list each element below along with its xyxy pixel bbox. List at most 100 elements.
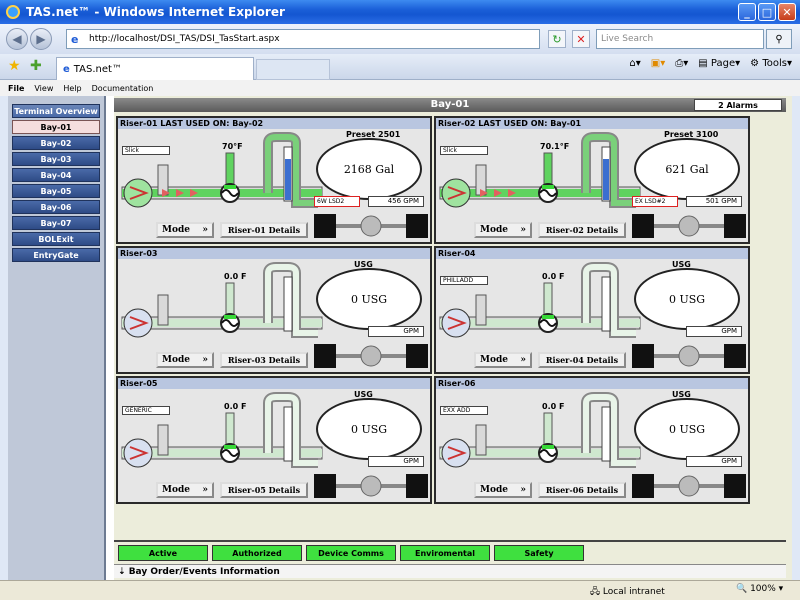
address-toolbar: ◀ ▶ e http://localhost/DSI_TAS/DSI_TasSt… bbox=[0, 24, 800, 54]
print-icon[interactable]: ⎙▾ bbox=[675, 58, 688, 69]
riser-title: Riser-04 bbox=[436, 248, 748, 259]
chevron-right-icon: » bbox=[520, 355, 526, 365]
riser-panel: Riser-04 USG 0 USG 0.0 F PHILLADD GPM Mo… bbox=[434, 246, 750, 374]
mode-button[interactable]: Mode » bbox=[474, 352, 532, 368]
minimize-button[interactable]: _ bbox=[738, 3, 756, 21]
home-icon[interactable]: ⌂▾ bbox=[629, 58, 640, 69]
flow-rate-readout: GPM bbox=[686, 456, 742, 467]
status-active[interactable]: Active bbox=[118, 545, 208, 561]
zone-label: Local intranet bbox=[602, 587, 665, 597]
riser-details-button[interactable]: Riser-02 Details bbox=[538, 222, 626, 238]
mode-label: Mode bbox=[480, 355, 508, 365]
riser-panel: Riser-03 USG 0 USG 0.0 F GPM Mode » Rise… bbox=[116, 246, 432, 374]
riser-title: Riser-02 LAST USED ON: Bay-01 bbox=[436, 118, 748, 129]
mode-label: Mode bbox=[162, 225, 190, 235]
window-controls: _ □ ✕ bbox=[738, 3, 796, 21]
events-label: Bay Order/Events Information bbox=[128, 567, 280, 577]
nav-bay-07[interactable]: Bay-07 bbox=[12, 216, 100, 230]
mode-label: Mode bbox=[162, 485, 190, 495]
riser-title: Riser-03 bbox=[118, 248, 430, 259]
tab-bar: ★ ✚ e TAS.net™ ⌂▾ ▣▾ ⎙▾ ▤ Page▾ ⚙ Tools▾ bbox=[0, 54, 800, 80]
nav-terminal-overview[interactable]: Terminal Overview bbox=[12, 104, 100, 118]
address-actions: ↻ ✕ bbox=[548, 30, 590, 48]
add-favorites-icon[interactable]: ✚ bbox=[30, 58, 42, 74]
page-menu-label: Page bbox=[710, 58, 736, 69]
nav-bay-03[interactable]: Bay-03 bbox=[12, 152, 100, 166]
tools-menu[interactable]: ⚙ Tools▾ bbox=[750, 58, 792, 69]
refresh-icon[interactable]: ↻ bbox=[548, 30, 566, 48]
riser-details-button[interactable]: Riser-05 Details bbox=[220, 482, 308, 498]
product-tag: GENERIC bbox=[122, 406, 170, 415]
feeds-icon[interactable]: ▣▾ bbox=[651, 58, 665, 69]
temperature-readout: 0.0 F bbox=[542, 272, 565, 281]
menu-view[interactable]: View bbox=[34, 84, 53, 93]
window-title: TAS.net™ - Windows Internet Explorer bbox=[26, 5, 285, 19]
zoom-control[interactable]: 🔍 100% ▾ bbox=[736, 584, 783, 594]
nav-bay-06[interactable]: Bay-06 bbox=[12, 200, 100, 214]
mode-button[interactable]: Mode » bbox=[474, 222, 532, 238]
page-menu[interactable]: ▤ Page▾ bbox=[698, 58, 740, 69]
tab-tasnet[interactable]: e TAS.net™ bbox=[56, 57, 254, 80]
status-enviromental[interactable]: Enviromental bbox=[400, 545, 490, 561]
nav-entrygate[interactable]: EntryGate bbox=[12, 248, 100, 262]
stop-icon[interactable]: ✕ bbox=[572, 30, 590, 48]
new-tab-button[interactable] bbox=[256, 59, 330, 80]
truck-icon bbox=[632, 344, 746, 368]
flow-rate-readout: 501 GPM bbox=[686, 196, 742, 207]
nav-bay-05[interactable]: Bay-05 bbox=[12, 184, 100, 198]
riser-details-button[interactable]: Riser-04 Details bbox=[538, 352, 626, 368]
nav-bolexit[interactable]: BOLExit bbox=[12, 232, 100, 246]
search-input[interactable]: Live Search bbox=[596, 29, 764, 49]
status-authorized[interactable]: Authorized bbox=[212, 545, 302, 561]
mode-button[interactable]: Mode » bbox=[156, 482, 214, 498]
mode-label: Mode bbox=[480, 225, 508, 235]
status-safety[interactable]: Safety bbox=[494, 545, 584, 561]
mode-button[interactable]: Mode » bbox=[156, 222, 214, 238]
expand-icon: ⇣ bbox=[118, 567, 129, 577]
flow-product-tag: 6W LSD2 bbox=[314, 196, 360, 207]
nav-bay-02[interactable]: Bay-02 bbox=[12, 136, 100, 150]
search-placeholder: Live Search bbox=[601, 34, 654, 44]
alarms-badge[interactable]: 2 Alarms bbox=[694, 99, 782, 111]
riser-title: Riser-05 bbox=[118, 378, 430, 389]
menu-help[interactable]: Help bbox=[63, 84, 81, 93]
chevron-right-icon: » bbox=[202, 225, 208, 235]
riser-title: Riser-06 bbox=[436, 378, 748, 389]
app-frame: Terminal Overview Bay-01 Bay-02 Bay-03 B… bbox=[8, 96, 792, 580]
product-tag: EXX ADD bbox=[440, 406, 488, 415]
forward-button[interactable]: ▶ bbox=[30, 28, 52, 50]
temperature-readout: 0.0 F bbox=[542, 402, 565, 411]
nav-bay-04[interactable]: Bay-04 bbox=[12, 168, 100, 182]
command-bar: ⌂▾ ▣▾ ⎙▾ ▤ Page▾ ⚙ Tools▾ bbox=[629, 58, 792, 69]
mode-button[interactable]: Mode » bbox=[156, 352, 214, 368]
product-tag: Slick bbox=[122, 146, 170, 155]
riser-details-button[interactable]: Riser-01 Details bbox=[220, 222, 308, 238]
chevron-right-icon: » bbox=[202, 355, 208, 365]
zoom-label: 100% bbox=[750, 584, 776, 594]
close-button[interactable]: ✕ bbox=[778, 3, 796, 21]
status-device-comms[interactable]: Device Comms bbox=[306, 545, 396, 561]
back-button[interactable]: ◀ bbox=[6, 28, 28, 50]
riser-title: Riser-01 LAST USED ON: Bay-02 bbox=[118, 118, 430, 129]
security-zone: 🖧 Local intranet bbox=[590, 587, 665, 597]
main-area: Bay-01 2 Alarms Riser-01 LAST USED ON: B… bbox=[114, 96, 792, 580]
nav-bay-01[interactable]: Bay-01 bbox=[12, 120, 100, 134]
address-input[interactable]: e http://localhost/DSI_TAS/DSI_TasStart.… bbox=[66, 29, 540, 49]
riser-panel: Riser-02 LAST USED ON: Bay-01 Preset 310… bbox=[434, 116, 750, 244]
maximize-button[interactable]: □ bbox=[758, 3, 776, 21]
truck-icon bbox=[632, 474, 746, 498]
riser-details-button[interactable]: Riser-03 Details bbox=[220, 352, 308, 368]
chevron-right-icon: » bbox=[202, 485, 208, 495]
search-icon[interactable]: ⚲ bbox=[766, 29, 792, 49]
truck-icon bbox=[314, 344, 428, 368]
menu-documentation[interactable]: Documentation bbox=[92, 84, 154, 93]
riser-panel: Riser-06 USG 0 USG 0.0 F EXX ADD GPM Mod… bbox=[434, 376, 750, 504]
favorites-star-icon[interactable]: ★ bbox=[8, 58, 21, 74]
flow-product-tag: EX LSD#2 bbox=[632, 196, 678, 207]
mode-label: Mode bbox=[480, 485, 508, 495]
riser-details-button[interactable]: Riser-06 Details bbox=[538, 482, 626, 498]
menu-file[interactable]: File bbox=[8, 84, 24, 93]
mode-button[interactable]: Mode » bbox=[474, 482, 532, 498]
bay-title: Bay-01 bbox=[430, 99, 470, 110]
events-panel-toggle[interactable]: ⇣ Bay Order/Events Information bbox=[114, 564, 786, 578]
